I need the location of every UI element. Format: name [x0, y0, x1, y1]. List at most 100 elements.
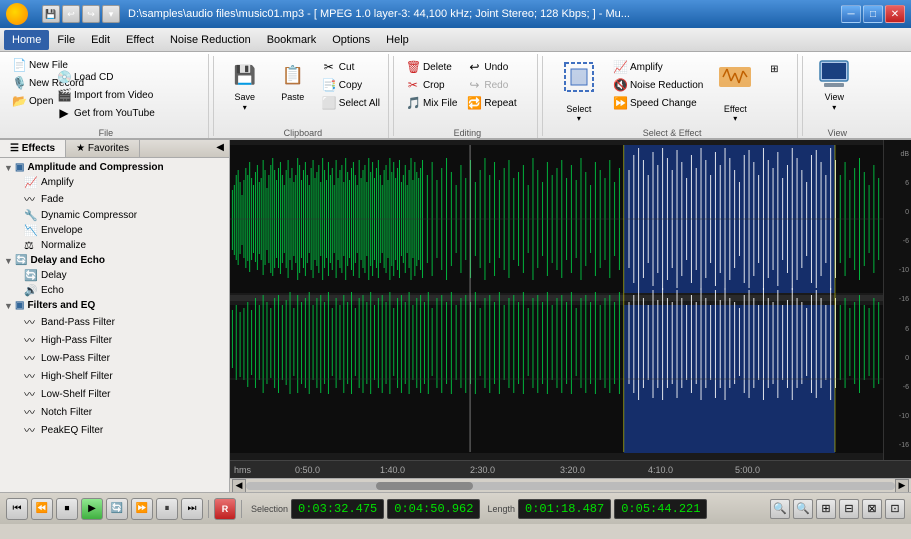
tree-item-notch[interactable]: 〰 Notch Filter	[0, 403, 229, 421]
amplitude-group-label: Amplitude and Compression	[27, 162, 163, 173]
quick-undo-btn[interactable]: ↩	[62, 5, 80, 23]
tree-item-peakeq[interactable]: 〰 PeakEQ Filter	[0, 421, 229, 439]
zoom-extra-btn[interactable]: ⊡	[885, 499, 905, 519]
zoom-fit-btn[interactable]: ⊟	[839, 499, 859, 519]
length-display: 0:01:18.487	[518, 499, 611, 519]
h-scrollbar-area: ◀ ▶	[230, 478, 911, 492]
menu-edit[interactable]: Edit	[83, 30, 118, 50]
h-scrollbar[interactable]	[246, 482, 895, 490]
menu-bookmark[interactable]: Bookmark	[259, 30, 325, 50]
h-scrollbar-thumb[interactable]	[376, 482, 473, 490]
zoom-sel-btn[interactable]: ⊠	[862, 499, 882, 519]
record-btn[interactable]: R	[214, 498, 236, 520]
tree-item-high-shelf[interactable]: 〰 High-Shelf Filter	[0, 367, 229, 385]
noise-reduction-button[interactable]: 🔇 Noise Reduction	[609, 76, 707, 94]
waveform-area[interactable]: dB 6 0 -6 -10 -16 6 0 -6 -10 -16 hms 0:5…	[230, 140, 911, 492]
undo-button[interactable]: ↩ Undo	[463, 58, 520, 76]
redo-button[interactable]: ↪ Redo	[463, 76, 520, 94]
load-cd-button[interactable]: 💿 Load CD	[53, 68, 117, 86]
import-video-button[interactable]: 🎬 Import from Video	[53, 86, 157, 104]
tree-item-envelope[interactable]: 📉 Envelope	[0, 223, 229, 238]
tree-item-fade[interactable]: 〰 Fade	[0, 190, 229, 208]
quick-more-btn[interactable]: ▾	[102, 5, 120, 23]
delay-group-icon: 🔄	[15, 255, 27, 266]
select-all-icon: ⬜	[322, 96, 336, 110]
tree-item-low-shelf[interactable]: 〰 Low-Shelf Filter	[0, 385, 229, 403]
stop-btn[interactable]: ⏹	[56, 498, 78, 520]
menu-noise-reduction[interactable]: Noise Reduction	[162, 30, 259, 50]
zoom-all-btn[interactable]: ⊞	[816, 499, 836, 519]
zoom-in-btn[interactable]: 🔍	[770, 499, 790, 519]
tree-item-normalize[interactable]: ⚖ Normalize	[0, 238, 229, 253]
pause-btn[interactable]: ⏸	[156, 498, 178, 520]
amplify-tree-icon: 📈	[24, 176, 38, 189]
tab-effects[interactable]: ☰ Effects	[0, 140, 66, 157]
select-effect-group-label: Select & Effect	[551, 128, 793, 138]
play-btn[interactable]: ▶	[81, 498, 103, 520]
quick-redo-btn[interactable]: ↪	[82, 5, 100, 23]
delete-button[interactable]: 🗑 Delete	[402, 58, 461, 76]
skip-to-start-btn[interactable]: ⏮	[6, 498, 28, 520]
length-label: Length	[487, 504, 515, 514]
clipboard-group-label: Clipboard	[222, 128, 384, 138]
fast-forward-btn[interactable]: ⏩	[131, 498, 153, 520]
close-btn[interactable]: ✕	[885, 5, 905, 23]
maximize-btn[interactable]: □	[863, 5, 883, 23]
crop-button[interactable]: ✂ Crop	[402, 76, 461, 94]
cut-button[interactable]: ✂ Cut	[318, 58, 384, 76]
selection-start-display: 0:03:32.475	[291, 499, 384, 519]
open-button[interactable]: 📂 Open	[8, 92, 57, 110]
menu-effect[interactable]: Effect	[118, 30, 162, 50]
group-delay-echo[interactable]: ▼ 🔄 Delay and Echo	[0, 253, 229, 268]
notch-icon: 〰	[24, 404, 38, 420]
tree-item-high-pass[interactable]: 〰 High-Pass Filter	[0, 331, 229, 349]
mix-file-button[interactable]: 🎵 Mix File	[402, 94, 461, 112]
menu-file[interactable]: File	[49, 30, 83, 50]
tree-item-amplify[interactable]: 📈 Amplify	[0, 175, 229, 190]
minimize-btn[interactable]: ─	[841, 5, 861, 23]
selection-end-display: 0:04:50.962	[387, 499, 480, 519]
ruler-4-10: 4:10.0	[648, 465, 673, 475]
select-all-button[interactable]: ⬜ Select All	[318, 94, 384, 112]
waveform-main[interactable]	[230, 140, 883, 460]
speed-change-button[interactable]: ⏩ Speed Change	[609, 94, 707, 112]
scroll-left-btn[interactable]: ◀	[232, 479, 246, 493]
get-youtube-button[interactable]: ▶ Get from YouTube	[53, 104, 159, 122]
tree-item-echo[interactable]: 🔊 Echo	[0, 283, 229, 298]
select-button[interactable]: Select ▾	[551, 56, 607, 126]
menu-options[interactable]: Options	[324, 30, 378, 50]
skip-to-end-btn[interactable]: ⏭	[181, 498, 203, 520]
view-button[interactable]: View ▾	[811, 56, 857, 115]
rewind-btn[interactable]: ⏪	[31, 498, 53, 520]
copy-button[interactable]: 📑 Copy	[318, 76, 384, 94]
group-amplitude-compression[interactable]: ▼ ▣ Amplitude and Compression	[0, 160, 229, 175]
tree-item-band-pass[interactable]: 〰 Band-Pass Filter	[0, 313, 229, 331]
tab-favorites[interactable]: ★ Favorites	[66, 140, 140, 157]
mix-file-icon: 🎵	[406, 96, 420, 110]
ribbon-group-file: 📄 New File 🎙️ New Record 📂 Open 💿 Load C…	[4, 54, 209, 138]
envelope-icon: 📉	[24, 224, 38, 237]
tree-item-delay[interactable]: 🔄 Delay	[0, 268, 229, 283]
panel-nav-btn[interactable]: ◀	[211, 140, 229, 157]
quick-save-btn[interactable]: 💾	[42, 5, 60, 23]
amplitude-group-icon: ▣	[15, 162, 24, 173]
group-filters-eq[interactable]: ▼ ▣ Filters and EQ	[0, 298, 229, 313]
tree-item-dynamic-compressor[interactable]: 🔧 Dynamic Compressor	[0, 208, 229, 223]
save-button[interactable]: 💾 Save ▾	[222, 56, 268, 115]
extra-options-btn[interactable]: ⊞	[763, 58, 785, 80]
ribbon: 📄 New File 🎙️ New Record 📂 Open 💿 Load C…	[0, 52, 911, 140]
band-pass-icon: 〰	[24, 314, 38, 330]
tree-item-low-pass[interactable]: 〰 Low-Pass Filter	[0, 349, 229, 367]
menu-home[interactable]: Home	[4, 30, 49, 50]
loop-btn[interactable]: 🔄	[106, 498, 128, 520]
menu-help[interactable]: Help	[378, 30, 417, 50]
scroll-right-btn[interactable]: ▶	[895, 479, 909, 493]
paste-button[interactable]: 📋 Paste	[270, 56, 316, 112]
effect-button[interactable]: Effect ▾	[709, 56, 761, 126]
amplify-button[interactable]: 📈 Amplify	[609, 58, 707, 76]
editing-group-label: Editing	[402, 128, 533, 138]
zoom-out-btn[interactable]: 🔍	[793, 499, 813, 519]
ribbon-group-view: View ▾ View	[807, 54, 867, 138]
repeat-button[interactable]: 🔁 Repeat	[463, 94, 520, 112]
new-file-icon: 📄	[12, 58, 26, 72]
